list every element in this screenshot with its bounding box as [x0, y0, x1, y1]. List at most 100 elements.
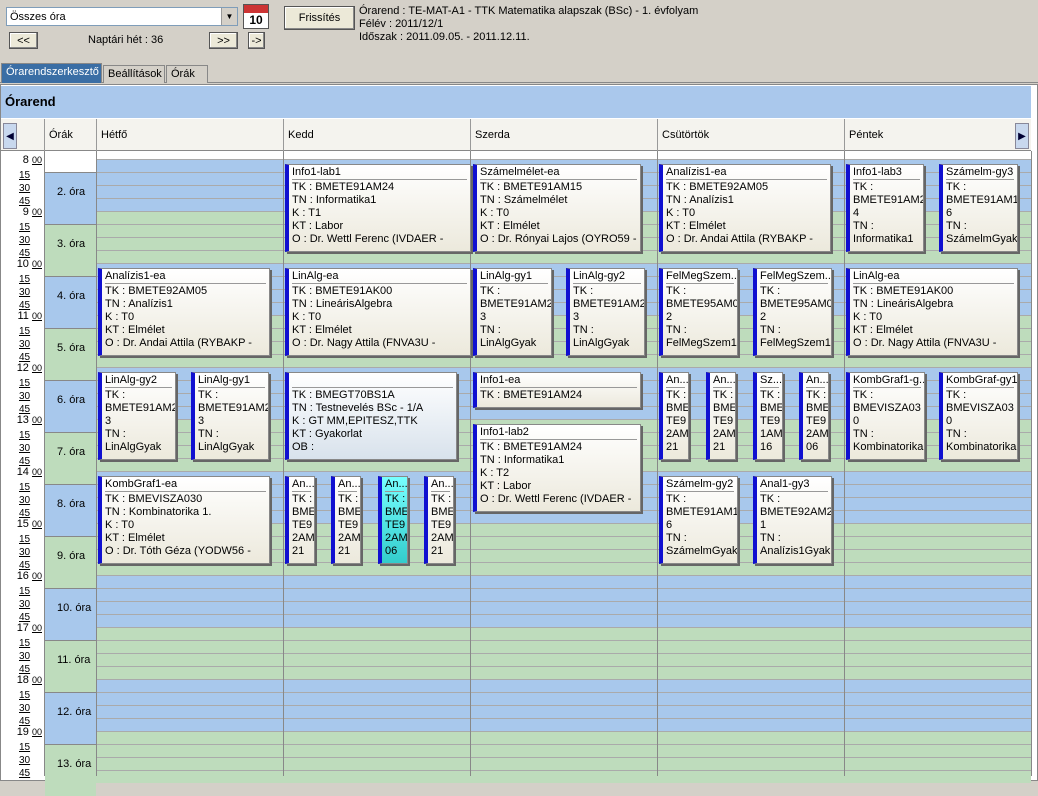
grid-slot[interactable] — [96, 757, 1031, 770]
grid-slot[interactable] — [96, 653, 1031, 666]
event-line: 2AM — [338, 532, 361, 544]
class-event[interactable]: LinAlg-ea TK : BMETE91AK00 TN : LineárisAl… — [846, 268, 1018, 356]
event-line: TK : BMETE91AM24 — [480, 389, 583, 401]
event-line: BME — [806, 402, 829, 414]
event-line: LinAlgGyak — [198, 441, 255, 453]
event-line: TE9 — [806, 415, 827, 427]
event-line: K : T0 — [105, 311, 135, 323]
class-event[interactable]: An... TK : BME TE9 2AM 21 — [706, 372, 736, 460]
class-event[interactable]: FelMegSzem... TK : BMETE95AM0 2 TN : FelMegSz… — [753, 268, 832, 356]
class-event[interactable]: KombGraf1-ea TK : BMEVISZA030 TN : Kombina… — [98, 476, 270, 564]
period-label: 6. óra — [45, 380, 96, 432]
class-event[interactable]: LinAlg-ea TK : BMETE91AK00 TN : LineárisAl… — [285, 268, 471, 356]
event-line: TK : BMETE91AM24 — [480, 441, 583, 453]
event-line: O : Dr. Rónyai Lajos (OYRO59 - — [480, 233, 637, 245]
class-event[interactable]: LinAlg-gy2 TK : BMETE91AM2 3 TN : LinAlgGyak — [566, 268, 645, 356]
event-line: Kombinatorika — [946, 441, 1017, 453]
grid-slot[interactable] — [96, 575, 1031, 588]
grid-slot[interactable] — [96, 588, 1031, 601]
class-event[interactable]: Info1-lab1 TK : BMETE91AM24 TN : Informati… — [285, 164, 471, 252]
chevron-left-icon[interactable]: ◀ — [3, 123, 17, 149]
grid-slot[interactable] — [96, 614, 1031, 627]
class-event[interactable]: TK : BMEGT70BS1A TN : Testnevelés BSc - 1… — [285, 372, 457, 460]
event-line: K : T0 — [666, 207, 696, 219]
grid-slot[interactable] — [96, 601, 1031, 614]
class-event[interactable]: Info1-lab2 TK : BMETE91AM24 TN : Informati… — [473, 424, 641, 512]
event-line: K : T2 — [480, 467, 510, 479]
class-event[interactable]: Info1-lab3 TK : BMETE91AM2 4 TN : Informatika… — [846, 164, 924, 252]
event-line: TK : BMETE91AK00 — [853, 285, 954, 297]
col-header-monday: Hétfő — [96, 119, 283, 151]
grid-slot[interactable] — [96, 627, 1031, 640]
course-selector[interactable]: Összes óra ▼ — [6, 7, 238, 26]
event-line: KT : Elmélet — [853, 324, 913, 336]
grid-slot[interactable] — [96, 744, 1031, 757]
class-event[interactable]: FelMegSzem... TK : BMETE95AM0 2 TN : FelMegSz… — [659, 268, 738, 356]
class-event[interactable]: KombGraf1-g... TK : BMEVISZA03 0 TN : Kombina… — [846, 372, 925, 460]
next-week-button[interactable]: >> — [209, 32, 238, 49]
event-line: 3 — [198, 415, 205, 427]
event-title: Info1-lab3 — [853, 166, 920, 180]
class-event[interactable]: Számelm-gy2 TK : BMETE91AM1 6 TN : SzámelmGya… — [659, 476, 738, 564]
class-event[interactable]: Analízis1-ea TK : BMETE92AM05 TN : Analízi… — [98, 268, 270, 356]
class-event[interactable]: Anal1-gy3 TK : BMETE92AM2 1 TN : Analízis1Gya… — [753, 476, 832, 564]
event-line: TN : — [480, 324, 501, 336]
hour-label: 12 00 — [16, 362, 42, 374]
hour-label: 19 00 — [16, 726, 42, 738]
event-line: BME — [385, 506, 408, 518]
class-event[interactable]: Számelmélet-ea TK : BMETE91AM15 TN : Száme… — [473, 164, 641, 252]
col-header-periods: Órák — [44, 119, 96, 151]
grid-slot[interactable] — [96, 770, 1031, 783]
event-title: KombGraf1-ea — [105, 478, 266, 492]
class-event[interactable]: Számelm-gy3 TK : BMETE91AM1 6 TN : SzámelmGya… — [939, 164, 1018, 252]
event-line: 2AM — [292, 532, 315, 544]
event-title: Info1-ea — [480, 374, 637, 388]
class-event[interactable]: KombGraf-gy1 TK : BMEVISZA03 0 TN : Kombinato… — [939, 372, 1018, 460]
hour-label: 11 00 — [17, 310, 43, 322]
event-line: O : Dr. Tóth Géza (YODW56 - — [105, 545, 251, 557]
class-event[interactable]: An... TK : BME TE9 2AM 21 — [285, 476, 315, 564]
hour-label: 13 00 — [16, 414, 42, 426]
class-event[interactable]: Info1-ea TK : BMETE91AM24 — [473, 372, 641, 408]
event-line: TK : — [385, 493, 406, 505]
hour-label: 8 00 — [22, 154, 42, 166]
class-event[interactable]: An... TK : BME TE9 2AM 21 — [424, 476, 454, 564]
class-event[interactable]: An... TK : BME TE9 2AM 21 — [659, 372, 689, 460]
class-event[interactable]: LinAlg-gy1 TK : BMETE91AM2 3 TN : LinAlgGyak — [473, 268, 552, 356]
event-line: KT : Elmélet — [292, 324, 352, 336]
grid-slot[interactable] — [96, 692, 1031, 705]
event-line: 21 — [292, 545, 305, 557]
class-event[interactable]: An... TK : BME TE9 2AM 06 — [799, 372, 829, 460]
grid-divider — [283, 151, 284, 776]
event-line: TN : — [760, 532, 781, 544]
class-event[interactable]: An... TK : BME TE9 2AM 21 — [331, 476, 361, 564]
tab-settings[interactable]: Beállítások — [103, 65, 165, 83]
calendar-icon[interactable]: 10 — [243, 4, 269, 29]
tab-timetable-editor[interactable]: Órarendszerkesztő — [1, 63, 102, 83]
event-line: TK : BMETE92AM05 — [105, 285, 208, 297]
event-line: TK : — [760, 285, 781, 297]
class-event[interactable]: LinAlg-gy1 TK : BMETE91AM2 3 TN : LinAlgGyak — [191, 372, 269, 460]
grid-slot[interactable] — [96, 666, 1031, 679]
event-line: FelMegSzem1 — [666, 337, 737, 349]
class-event[interactable]: LinAlg-gy2 TK : BMETE91AM2 3 TN : LinAlgGyak — [98, 372, 176, 460]
refresh-button[interactable]: Frissítés — [284, 6, 355, 30]
event-line: TN : Analízis1 — [666, 194, 734, 206]
event-line: TN : Testnevelés BSc - 1/A — [292, 402, 424, 414]
class-event[interactable]: An... TK : BME TE9 2AM 06 — [378, 476, 408, 564]
grid-slot[interactable] — [96, 731, 1031, 744]
chevron-down-icon[interactable]: ▼ — [221, 8, 237, 25]
period-label: 7. óra — [45, 432, 96, 484]
grid-slot[interactable] — [96, 679, 1031, 692]
step-button[interactable]: -> — [248, 32, 265, 49]
class-event[interactable]: Analízis1-ea TK : BMETE92AM05 TN : Analízi… — [659, 164, 831, 252]
class-event[interactable]: Sz... TK : BME TE9 1AM 16 — [753, 372, 783, 460]
event-title: Analízis1-ea — [105, 270, 266, 284]
grid-slot[interactable] — [96, 718, 1031, 731]
prev-week-button[interactable]: << — [9, 32, 38, 49]
grid-slot[interactable] — [96, 705, 1031, 718]
chevron-right-icon[interactable]: ▶ — [1015, 123, 1029, 149]
event-line: BME — [666, 402, 689, 414]
grid-slot[interactable] — [96, 640, 1031, 653]
tab-classes[interactable]: Órák — [166, 65, 208, 83]
